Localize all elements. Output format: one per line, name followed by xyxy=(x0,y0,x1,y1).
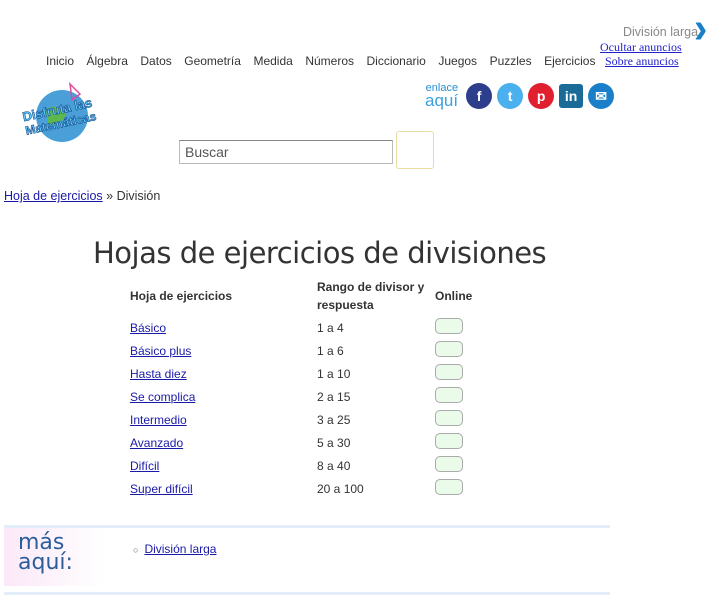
table-row: Básico plus 1 a 6 xyxy=(126,339,476,362)
nav-item[interactable]: Inicio xyxy=(46,54,74,68)
worksheet-link[interactable]: Básico xyxy=(130,321,166,335)
worksheet-table: Hoja de ejercicios Rango de divisor y re… xyxy=(126,276,476,500)
range-cell: 5 a 30 xyxy=(317,435,351,450)
range-cell: 1 a 6 xyxy=(317,343,344,358)
table-row: Se complica 2 a 15 xyxy=(126,385,476,408)
nav-item[interactable]: Juegos xyxy=(438,54,477,68)
ad-title[interactable]: División larga xyxy=(623,25,698,39)
online-button[interactable] xyxy=(435,433,463,449)
linkedin-icon[interactable]: in xyxy=(559,84,584,108)
online-button[interactable] xyxy=(435,479,463,495)
related-link-item: ○ División larga xyxy=(133,542,217,556)
breadcrumb-link[interactable]: Hoja de ejercicios xyxy=(4,189,103,203)
col-header-online: Online xyxy=(435,289,473,303)
related-link[interactable]: División larga xyxy=(144,542,216,556)
col-header-range: Rango de divisor y respuesta xyxy=(317,280,425,312)
nav-item[interactable]: Geometría xyxy=(184,54,241,68)
table-row: Super difícil 20 a 100 xyxy=(126,477,476,500)
worksheet-link[interactable]: Se complica xyxy=(130,390,195,404)
nav-item[interactable]: Álgebra xyxy=(87,54,128,68)
range-cell: 20 a 100 xyxy=(317,481,364,496)
pinterest-icon[interactable]: p xyxy=(528,83,555,109)
range-cell: 1 a 10 xyxy=(317,366,351,381)
table-row: Avanzado 5 a 30 xyxy=(126,431,476,454)
email-icon[interactable]: ✉ xyxy=(588,83,615,109)
range-cell: 3 a 25 xyxy=(317,412,351,427)
online-button[interactable] xyxy=(435,456,463,472)
facebook-icon[interactable]: f xyxy=(466,83,493,109)
online-button[interactable] xyxy=(435,410,463,426)
worksheet-link[interactable]: Difícil xyxy=(130,459,159,473)
nav-item[interactable]: Números xyxy=(305,54,354,68)
chevron-right-icon[interactable]: › xyxy=(694,6,707,50)
online-button[interactable] xyxy=(435,341,463,357)
breadcrumb: Hoja de ejercicios » División xyxy=(4,189,160,203)
range-cell: 1 a 4 xyxy=(317,320,344,335)
range-cell: 8 a 40 xyxy=(317,458,351,473)
breadcrumb-separator: » xyxy=(102,189,117,203)
breadcrumb-current: División xyxy=(116,189,161,203)
share-bar: enlace aquí f t p in ✉ xyxy=(425,82,615,110)
online-button[interactable] xyxy=(435,387,463,403)
table-row: Difícil 8 a 40 xyxy=(126,454,476,477)
worksheet-link[interactable]: Intermedio xyxy=(130,413,187,427)
site-logo[interactable]: Disfruta las Matemáticas xyxy=(18,80,104,144)
range-cell: 2 a 15 xyxy=(317,389,351,404)
table-row: Intermedio 3 a 25 xyxy=(126,408,476,431)
share-label: enlace aquí xyxy=(425,82,459,110)
table-row: Básico 1 a 4 xyxy=(126,316,476,339)
worksheet-link[interactable]: Avanzado xyxy=(130,436,183,450)
nav-item[interactable]: Ejercicios xyxy=(544,54,595,68)
nav-item[interactable]: Puzzles xyxy=(490,54,532,68)
col-header-worksheet: Hoja de ejercicios xyxy=(130,289,233,303)
page-title: Hojas de ejercicios de divisiones xyxy=(93,236,547,270)
worksheet-link[interactable]: Hasta diez xyxy=(130,367,187,381)
table-row: Hasta diez 1 a 10 xyxy=(126,362,476,385)
search-button[interactable] xyxy=(396,131,434,169)
nav-item[interactable]: Diccionario xyxy=(367,54,426,68)
online-button[interactable] xyxy=(435,318,463,334)
more-here-label: más aquí: xyxy=(4,528,106,586)
about-ads-link[interactable]: Sobre anuncios xyxy=(605,54,679,69)
twitter-icon[interactable]: t xyxy=(497,83,524,109)
search-input[interactable]: Buscar xyxy=(179,140,393,164)
hide-ads-link[interactable]: Ocultar anuncios xyxy=(600,40,682,55)
online-button[interactable] xyxy=(435,364,463,380)
worksheet-link[interactable]: Super difícil xyxy=(130,482,193,496)
nav-item[interactable]: Datos xyxy=(140,54,171,68)
top-nav: Inicio Álgebra Datos Geometría Medida Números… xyxy=(46,54,595,68)
worksheet-link[interactable]: Básico plus xyxy=(130,344,191,358)
nav-item[interactable]: Medida xyxy=(253,54,292,68)
